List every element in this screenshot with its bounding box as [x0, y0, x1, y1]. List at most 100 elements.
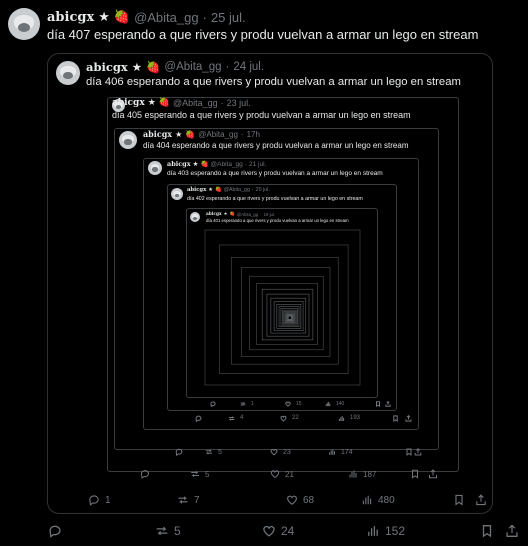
views-button[interactable]: 152 [366, 524, 405, 538]
share-icon [505, 524, 519, 538]
like-count: 15 [296, 401, 302, 407]
reply-icon [88, 494, 100, 506]
views-button: 187 [348, 469, 376, 479]
like-count: 22 [292, 415, 299, 421]
bookmark-button [405, 448, 413, 456]
reply-icon [48, 524, 62, 538]
reply-button [195, 415, 207, 422]
repost-count: 5 [218, 448, 222, 456]
views-button: 480 [361, 494, 395, 506]
repost-icon [177, 494, 189, 506]
share-icon [405, 414, 412, 422]
share-button [385, 401, 391, 407]
share-icon [475, 494, 487, 506]
reply-button[interactable] [48, 524, 67, 538]
heart-icon [270, 448, 278, 456]
view-count: 480 [378, 494, 395, 506]
reply-button: 1 [88, 494, 111, 506]
repost-count: 4 [240, 415, 244, 421]
share-button [475, 494, 487, 506]
heart-icon [270, 469, 280, 479]
repost-icon [240, 401, 246, 407]
share-button [405, 414, 412, 422]
bookmark-button [375, 401, 381, 407]
share-icon [414, 448, 422, 456]
tweet-root: abicgx ★ 🍓 @Abita_gg · 25 jul. día 407 e… [0, 0, 528, 546]
bookmark-icon [480, 524, 494, 538]
reply-icon [140, 469, 150, 479]
nested-quote-frame [231, 257, 339, 365]
repost-count: 7 [194, 494, 200, 506]
bookmark-button[interactable] [480, 524, 494, 538]
nested-quote-frame [288, 315, 292, 320]
reply-button [140, 469, 155, 479]
reply-icon [175, 448, 183, 456]
repost-count: 5 [205, 469, 210, 479]
like-button: 15 [285, 401, 302, 407]
repost-count: 1 [251, 401, 254, 407]
like-button: 68 [286, 494, 314, 506]
reply-icon [210, 401, 216, 407]
repost-icon [155, 524, 169, 538]
repost-button[interactable]: 5 [155, 524, 181, 538]
repost-button: 5 [190, 469, 209, 479]
bookmark-button [392, 414, 399, 422]
bar-chart-icon [348, 469, 358, 479]
bookmark-icon [392, 414, 399, 422]
share-icon [385, 401, 391, 407]
like-count: 68 [303, 494, 315, 506]
like-button: 22 [280, 415, 299, 422]
reply-button [210, 401, 221, 407]
view-count: 174 [341, 448, 353, 456]
nested-quote-frame [241, 267, 331, 357]
heart-icon [285, 401, 291, 407]
like-button[interactable]: 24 [262, 524, 294, 538]
nested-quote-frame [219, 244, 349, 374]
nested-quote-frame [204, 229, 361, 386]
bookmark-icon [453, 494, 465, 506]
share-button [428, 469, 438, 479]
views-button: 193 [338, 415, 360, 422]
share-button[interactable] [505, 524, 519, 538]
heart-icon [262, 524, 276, 538]
like-count: 24 [281, 524, 295, 538]
heart-icon [286, 494, 298, 506]
bookmark-button [410, 469, 420, 479]
share-button [414, 448, 422, 456]
bookmark-icon [405, 448, 413, 456]
nested-quote-frame [256, 283, 318, 345]
like-count: 21 [285, 469, 294, 479]
repost-icon [228, 415, 235, 422]
repost-count: 5 [174, 524, 181, 538]
recursive-quote-tunnel [204, 229, 361, 386]
like-button: 21 [270, 469, 294, 479]
views-button: 174 [328, 448, 353, 456]
bar-chart-icon [366, 524, 380, 538]
view-count: 187 [363, 469, 377, 479]
bookmark-icon [375, 401, 381, 407]
bar-chart-icon [361, 494, 373, 506]
repost-button: 4 [228, 415, 243, 422]
views-button: 140 [325, 401, 344, 407]
bar-chart-icon [338, 415, 345, 422]
repost-button: 1 [240, 401, 254, 407]
reply-icon [195, 415, 202, 422]
heart-icon [280, 415, 287, 422]
bookmark-icon [410, 469, 420, 479]
repost-button: 5 [205, 448, 222, 456]
bar-chart-icon [325, 401, 331, 407]
like-count: 23 [283, 448, 291, 456]
nested-quote-frame [249, 275, 324, 351]
view-count: 152 [385, 524, 406, 538]
repost-icon [190, 469, 200, 479]
view-count: 140 [336, 401, 345, 407]
reply-button [175, 448, 188, 456]
repost-icon [205, 448, 213, 456]
repost-button: 7 [177, 494, 200, 506]
bookmark-button [453, 494, 465, 506]
like-button: 23 [270, 448, 291, 456]
bar-chart-icon [328, 448, 336, 456]
share-icon [428, 469, 438, 479]
view-count: 193 [350, 415, 361, 421]
reply-count: 1 [105, 494, 111, 506]
